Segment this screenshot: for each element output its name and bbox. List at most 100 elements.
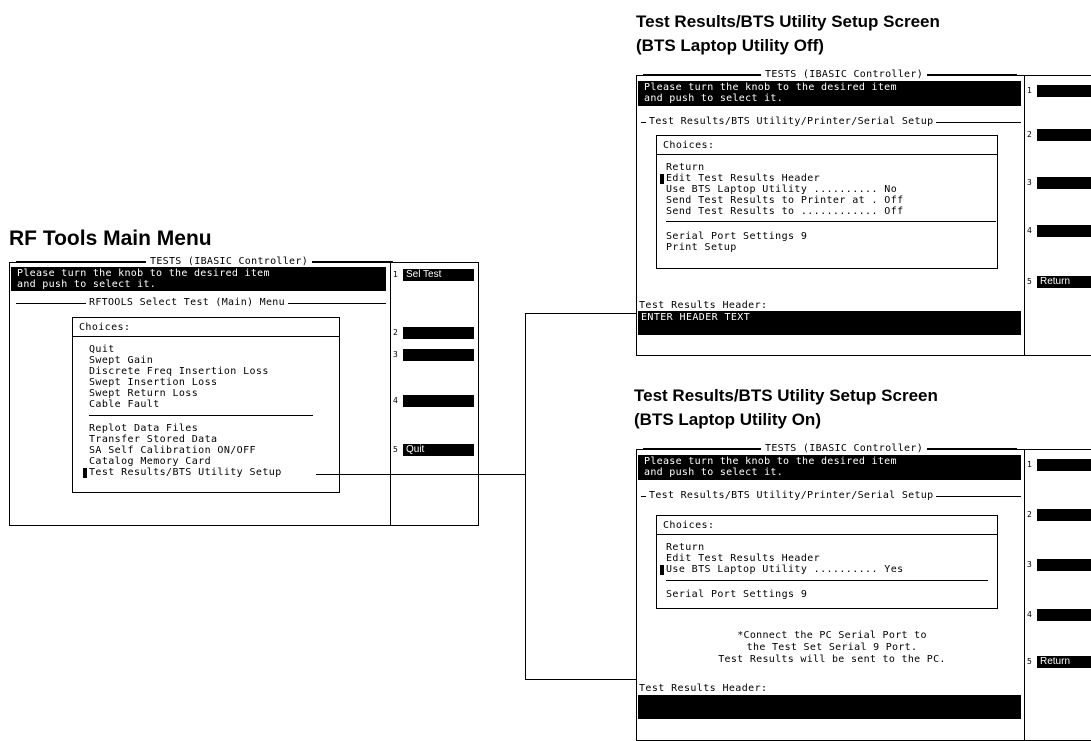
bts-utility-off-screen: TESTS (IBASIC Controller) Please turn th… <box>636 70 1091 356</box>
softkey-column: 1 Sel Test 2 3 4 5 Quit <box>390 263 478 525</box>
test-results-header-label: Test Results Header: <box>639 683 768 694</box>
softkey-number: 4 <box>1027 226 1032 235</box>
menu-item-return[interactable]: Return <box>666 543 705 553</box>
softkey-5[interactable]: 5 Return <box>1025 655 1091 669</box>
softkey-5-label: Return <box>1037 276 1091 288</box>
caption-on-line1: Test Results/BTS Utility Setup Screen <box>634 386 938 405</box>
menu-item-swept-gain[interactable]: Swept Gain <box>89 356 153 366</box>
softkey-1[interactable]: 1 Sel Test <box>391 268 478 282</box>
connector-vertical <box>525 313 526 679</box>
menu-item-print-setup[interactable]: Print Setup <box>666 243 737 253</box>
softkey-1-label <box>1037 85 1091 97</box>
menu-item-test-results-bts-utility-setup[interactable]: Test Results/BTS Utility Setup <box>83 468 282 478</box>
menu-item-replot-data-files[interactable]: Replot Data Files <box>89 424 198 434</box>
choices-list: Choices: Quit Swept Gain Discrete Freq I… <box>72 317 340 493</box>
softkey-2[interactable]: 2 <box>1025 128 1091 142</box>
menu-item-sa-self-calibration[interactable]: SA Self Calibration ON/OFF <box>89 446 256 456</box>
choices-header: Choices: <box>657 516 997 535</box>
softkey-number: 2 <box>393 328 398 337</box>
menu-item-quit[interactable]: Quit <box>89 345 115 355</box>
choices-header: Choices: <box>657 136 997 155</box>
softkey-number: 3 <box>1027 178 1032 187</box>
softkey-number: 5 <box>1027 277 1032 286</box>
instruction-prompt: Please turn the knob to the desired item… <box>11 267 386 291</box>
softkey-2-label <box>1037 509 1091 521</box>
serial-port-note: *Connect the PC Serial Port to the Test … <box>718 630 946 665</box>
caption-bts-utility-on: Test Results/BTS Utility Setup Screen (B… <box>634 384 938 432</box>
menu-item-cable-fault[interactable]: Cable Fault <box>89 400 160 410</box>
softkey-number: 4 <box>393 396 398 405</box>
menu-item-use-bts-laptop-utility[interactable]: Use BTS Laptop Utility .......... No <box>666 185 897 195</box>
screen-title-rule: TESTS (IBASIC Controller) <box>643 70 1017 80</box>
choices-separator <box>666 580 988 581</box>
screen-title: TESTS (IBASIC Controller) <box>146 257 313 267</box>
softkey-3[interactable]: 3 <box>1025 176 1091 190</box>
caption-rf-tools-main-menu: RF Tools Main Menu <box>9 227 212 250</box>
choices-separator <box>89 415 313 416</box>
softkey-4[interactable]: 4 <box>1025 224 1091 238</box>
softkey-3-label <box>403 349 474 361</box>
caption-off-line2: (BTS Laptop Utility Off) <box>636 36 824 55</box>
softkey-number: 2 <box>1027 130 1032 139</box>
screen-title-rule: TESTS (IBASIC Controller) <box>16 257 393 267</box>
softkey-3-label <box>1037 177 1091 189</box>
softkey-4[interactable]: 4 <box>391 394 478 408</box>
choices-separator <box>666 221 996 222</box>
softkey-2[interactable]: 2 <box>391 326 478 340</box>
menu-item-swept-return-loss[interactable]: Swept Return Loss <box>89 389 198 399</box>
screen-title-rule: TESTS (IBASIC Controller) <box>643 444 1017 454</box>
softkey-number: 5 <box>1027 657 1032 666</box>
menu-item-return[interactable]: Return <box>666 163 705 173</box>
caption-off-line1: Test Results/BTS Utility Setup Screen <box>636 12 940 31</box>
menu-item-catalog-memory-card[interactable]: Catalog Memory Card <box>89 457 211 467</box>
menu-item-use-bts-laptop-utility[interactable]: Use BTS Laptop Utility .......... Yes <box>660 565 904 575</box>
test-results-header-field[interactable] <box>638 695 1021 719</box>
softkey-4-label <box>403 395 474 407</box>
test-results-header-field[interactable]: ENTER HEADER TEXT <box>638 311 1021 335</box>
softkey-3[interactable]: 3 <box>1025 558 1091 572</box>
softkey-4-label <box>1037 609 1091 621</box>
softkey-2-label <box>1037 129 1091 141</box>
screen-title: TESTS (IBASIC Controller) <box>761 444 928 454</box>
softkey-5[interactable]: 5 Quit <box>391 443 478 457</box>
panel-title: Test Results/BTS Utility/Printer/Serial … <box>646 491 937 501</box>
menu-item-swept-insertion-loss[interactable]: Swept Insertion Loss <box>89 378 217 388</box>
menu-item-serial-port-settings[interactable]: Serial Port Settings 9 <box>666 232 807 242</box>
test-results-header-label: Test Results Header: <box>639 300 768 311</box>
softkey-column: 1 2 3 4 5 Return <box>1024 450 1091 740</box>
menu-item-discrete-freq-insertion-loss[interactable]: Discrete Freq Insertion Loss <box>89 367 269 377</box>
softkey-number: 3 <box>1027 560 1032 569</box>
softkey-5[interactable]: 5 Return <box>1025 275 1091 289</box>
menu-item-send-test-results-to[interactable]: Send Test Results to ............ Off <box>666 207 904 217</box>
panel-title: RFTOOLS Select Test (Main) Menu <box>86 298 288 308</box>
softkey-3-key[interactable]: 3 <box>391 348 478 362</box>
softkey-number: 2 <box>1027 510 1032 519</box>
softkey-column: 1 2 3 4 5 Return <box>1024 76 1091 355</box>
softkey-number: 4 <box>1027 610 1032 619</box>
softkey-number: 1 <box>393 270 398 279</box>
softkey-2-label <box>403 327 474 339</box>
connector-to-on-screen <box>525 679 636 680</box>
choices-header: Choices: <box>73 318 339 337</box>
menu-item-send-to-printer[interactable]: Send Test Results to Printer at . Off <box>666 196 904 206</box>
softkey-1[interactable]: 1 <box>1025 84 1091 98</box>
menu-item-transfer-stored-data[interactable]: Transfer Stored Data <box>89 435 217 445</box>
panel-title: Test Results/BTS Utility/Printer/Serial … <box>646 117 937 127</box>
connector-from-main-item <box>316 474 525 475</box>
screen-title: TESTS (IBASIC Controller) <box>761 70 928 80</box>
menu-item-serial-port-settings[interactable]: Serial Port Settings 9 <box>666 590 807 600</box>
menu-item-edit-test-results-header[interactable]: Edit Test Results Header <box>659 174 820 184</box>
connector-to-off-screen <box>525 313 636 314</box>
softkey-4[interactable]: 4 <box>1025 608 1091 622</box>
softkey-number: 3 <box>393 350 398 359</box>
choices-list: Choices: Return Edit Test Results Header… <box>656 135 998 269</box>
softkey-5-label: Quit <box>403 444 474 456</box>
rf-tools-main-menu-screen: TESTS (IBASIC Controller) Please turn th… <box>9 257 479 526</box>
choices-list: Choices: Return Edit Test Results Header… <box>656 515 998 609</box>
softkey-1-label <box>1037 459 1091 471</box>
softkey-1[interactable]: 1 <box>1025 458 1091 472</box>
softkey-3-label <box>1037 559 1091 571</box>
softkey-2[interactable]: 2 <box>1025 508 1091 522</box>
menu-item-edit-test-results-header[interactable]: Edit Test Results Header <box>666 554 820 564</box>
instruction-prompt: Please turn the knob to the desired item… <box>638 455 1021 480</box>
